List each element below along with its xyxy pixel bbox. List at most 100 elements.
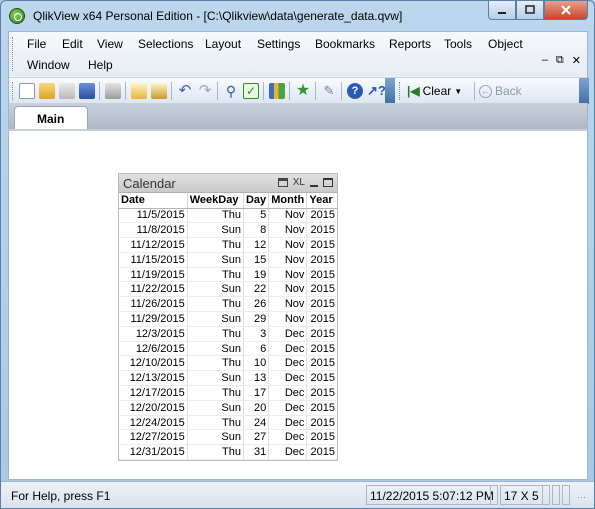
cell-year[interactable]: 2015 [306,415,337,431]
reload-icon[interactable] [59,83,75,99]
cell-weekday[interactable]: Sun [187,341,244,357]
table-row[interactable]: 12/3/2015 Thu 3 Dec 2015 [119,326,337,342]
toolbar-grip[interactable] [12,82,15,100]
cell-month[interactable]: Dec [268,444,308,461]
cell-weekday[interactable]: Sun [187,281,244,298]
cell-weekday[interactable]: Sun [187,400,244,416]
maximize-object-icon[interactable] [323,178,333,187]
menu-help[interactable]: Help [84,56,117,74]
cell-weekday[interactable]: Thu [187,267,244,283]
cell-day[interactable]: 6 [243,341,270,357]
cell-month[interactable]: Dec [268,341,308,357]
cell-month[interactable]: Nov [268,296,308,313]
resize-grip-icon[interactable]: ⋯ [577,492,586,503]
undo-icon[interactable]: ↶ [177,83,193,99]
cell-day[interactable]: 20 [243,400,270,416]
column-header-day[interactable]: Day [243,193,270,209]
cell-month[interactable]: Dec [268,326,308,342]
menu-reports[interactable]: Reports [385,35,435,53]
cell-day[interactable]: 3 [243,326,270,342]
maximize-button[interactable] [516,1,544,20]
cell-date[interactable]: 12/20/2015 [119,400,188,416]
cell-year[interactable]: 2015 [306,326,337,342]
menu-tools[interactable]: Tools [440,35,476,53]
title-bar[interactable]: QlikView x64 Personal Edition - [C:\Qlik… [1,1,594,31]
edit-script-icon[interactable] [131,83,147,99]
cell-date[interactable]: 11/22/2015 [119,281,188,298]
cell-date[interactable]: 11/15/2015 [119,252,188,268]
cell-weekday[interactable]: Thu [187,296,244,313]
cell-date[interactable]: 12/24/2015 [119,415,188,431]
menu-settings[interactable]: Settings [253,35,304,53]
cell-year[interactable]: 2015 [306,208,337,224]
cell-weekday[interactable]: Sun [187,252,244,268]
cell-weekday[interactable]: Thu [187,444,244,461]
search-icon[interactable]: ⚲ [223,83,239,99]
cell-weekday[interactable]: Thu [187,208,244,224]
cell-day[interactable]: 22 [243,281,270,298]
column-header-month[interactable]: Month [268,193,308,209]
column-header-date[interactable]: Date [119,193,188,209]
menu-edit[interactable]: Edit [58,35,87,53]
cell-day[interactable]: 15 [243,252,270,268]
context-help-icon[interactable]: ↗? [367,83,386,99]
table-row[interactable]: 11/22/2015 Sun 22 Nov 2015 [119,281,337,298]
menu-grip[interactable] [12,37,15,71]
sheet-area[interactable]: Calendar XL Date WeekDay Day Month Year 11/5… [8,129,588,480]
open-folder-icon[interactable] [39,83,55,99]
redo-icon[interactable]: ↷ [197,83,213,99]
cell-weekday[interactable]: Sun [187,311,244,327]
cell-month[interactable]: Nov [268,281,308,298]
menu-file[interactable]: File [23,35,50,53]
cell-date[interactable]: 12/10/2015 [119,355,188,372]
cell-weekday[interactable]: Sun [187,429,244,446]
cell-month[interactable]: Nov [268,208,308,224]
cell-year[interactable]: 2015 [306,222,337,239]
new-chart-icon[interactable] [269,83,285,99]
cell-month[interactable]: Dec [268,415,308,431]
print-object-icon[interactable] [277,178,288,187]
cell-weekday[interactable]: Thu [187,237,244,253]
save-icon[interactable] [79,83,95,99]
cell-day[interactable]: 29 [243,311,270,327]
table-row[interactable]: 11/15/2015 Sun 15 Nov 2015 [119,252,337,268]
menu-layout[interactable]: Layout [201,35,245,53]
cell-weekday[interactable]: Thu [187,326,244,342]
cell-weekday[interactable]: Thu [187,355,244,372]
table-row[interactable]: 12/27/2015 Sun 27 Dec 2015 [119,429,337,446]
menu-selections[interactable]: Selections [134,35,197,53]
cell-year[interactable]: 2015 [306,355,337,372]
minimize-button[interactable] [488,1,516,20]
table-row[interactable]: 12/31/2015 Thu 31 Dec 2015 [119,444,337,461]
help-icon[interactable]: ? [347,83,363,99]
table-row[interactable]: 11/26/2015 Thu 26 Nov 2015 [119,296,337,313]
doc-restore-icon[interactable]: ⧉ [556,54,564,67]
cell-day[interactable]: 26 [243,296,270,313]
cell-date[interactable]: 12/6/2015 [119,341,188,357]
cell-month[interactable]: Dec [268,355,308,372]
cell-day[interactable]: 8 [243,222,270,239]
reload-data-icon[interactable] [151,83,167,99]
cell-year[interactable]: 2015 [306,237,337,253]
table-row[interactable]: 12/6/2015 Sun 6 Dec 2015 [119,341,337,357]
column-header-year[interactable]: Year [306,193,337,209]
cell-year[interactable]: 2015 [306,311,337,327]
cell-day[interactable]: 19 [243,267,270,283]
cell-day[interactable]: 24 [243,415,270,431]
tab-main[interactable]: Main [14,106,88,129]
cell-year[interactable]: 2015 [306,281,337,298]
cell-date[interactable]: 11/29/2015 [119,311,188,327]
toolbar-grip[interactable] [399,82,402,100]
close-button[interactable] [544,1,588,20]
toolbar-overflow-chevron[interactable] [385,78,395,104]
cell-month[interactable]: Dec [268,385,308,401]
doc-close-icon[interactable]: ✕ [572,54,581,67]
cell-month[interactable]: Nov [268,222,308,239]
cell-year[interactable]: 2015 [306,252,337,268]
cell-day[interactable]: 12 [243,237,270,253]
cell-month[interactable]: Dec [268,429,308,446]
clear-button[interactable]: |◀ Clear ▼ [407,81,462,101]
cell-weekday[interactable]: Thu [187,415,244,431]
table-row[interactable]: 12/17/2015 Thu 17 Dec 2015 [119,385,337,401]
column-header-weekday[interactable]: WeekDay [187,193,244,209]
